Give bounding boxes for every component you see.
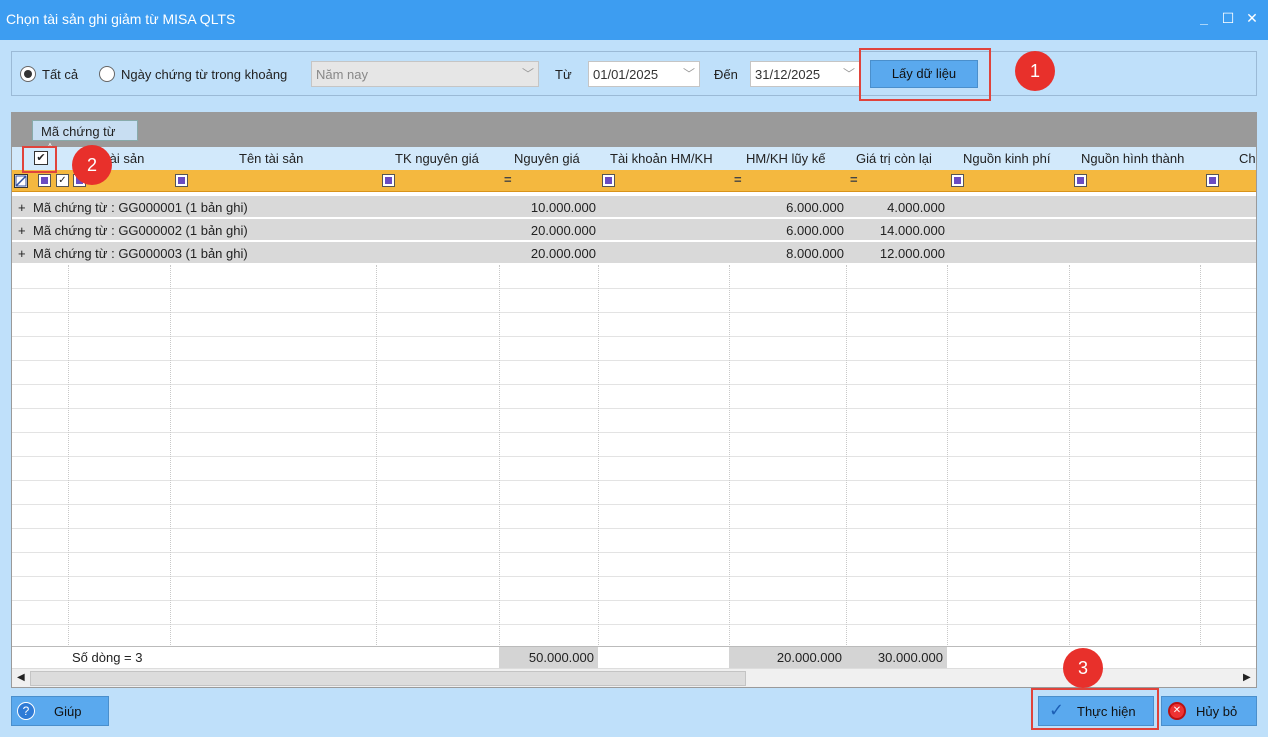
filter-icon[interactable] — [175, 174, 188, 187]
scroll-left-icon[interactable]: ◀ — [17, 672, 25, 683]
column-divider — [68, 265, 69, 647]
column-divider — [1200, 265, 1201, 647]
highlight-box-1 — [859, 48, 991, 101]
col-original-value[interactable]: Nguyên giá — [514, 151, 580, 166]
expand-icon[interactable]: + — [18, 246, 26, 261]
filter-icon[interactable] — [1206, 174, 1219, 187]
filter-icon[interactable] — [38, 174, 51, 187]
depreciation-cell: 6.000.000 — [786, 223, 844, 238]
empty-grid-area — [12, 265, 1256, 647]
column-header-row: ✔ tài sản Tên tài sản TK nguyên giá Nguy… — [12, 147, 1256, 170]
cancel-button-label: Hủy bỏ — [1196, 704, 1238, 719]
window-title: Chọn tài sản ghi giảm từ MISA QLTS — [6, 11, 236, 27]
filter-equals-icon[interactable]: = — [504, 172, 512, 187]
from-date-field[interactable]: 01/01/2025 ﹀ — [588, 61, 700, 87]
to-label: Đến — [714, 67, 738, 82]
group-row[interactable]: + Mã chứng từ : GG000002 (1 bản ghi) 20.… — [12, 219, 1256, 241]
original-value-cell: 10.000.000 — [530, 200, 596, 215]
radio-all-label: Tất cả — [42, 67, 79, 82]
filter-equals-icon[interactable]: = — [850, 172, 858, 187]
asset-grid: Mã chứng từ △ ✔ tài sản Tên tài sản TK n… — [11, 112, 1257, 688]
from-date-value: 01/01/2025 — [593, 67, 659, 82]
close-icon[interactable]: ✕ — [1244, 10, 1260, 26]
step-marker-3: 3 — [1063, 648, 1103, 688]
title-bar: Chọn tài sản ghi giảm từ MISA QLTS _ ☐ ✕ — [0, 0, 1268, 40]
minimize-icon[interactable]: _ — [1196, 10, 1212, 26]
help-button[interactable]: ? Giúp — [11, 696, 109, 726]
help-icon: ? — [17, 702, 35, 720]
col-partial[interactable]: Ch — [1239, 151, 1256, 166]
column-divider — [170, 265, 171, 647]
col-funding-source[interactable]: Nguồn kinh phí — [963, 151, 1050, 166]
remaining-value-cell: 12.000.000 — [879, 246, 945, 261]
cancel-icon: ✕ — [1168, 702, 1186, 720]
group-row[interactable]: + Mã chứng từ : GG000003 (1 bản ghi) 20.… — [12, 242, 1256, 264]
col-remaining-value[interactable]: Giá trị còn lại — [856, 151, 932, 166]
remaining-value-cell: 4.000.000 — [887, 200, 945, 215]
group-row-label: Mã chứng từ : GG000001 (1 bản ghi) — [33, 200, 248, 215]
period-select-value: Năm nay — [316, 67, 369, 82]
highlight-box-2 — [22, 146, 57, 173]
original-value-total: 50.000.000 — [499, 647, 598, 668]
remaining-value-total: 30.000.000 — [846, 647, 947, 668]
expand-icon[interactable]: + — [18, 223, 26, 238]
group-row[interactable]: + Mã chứng từ : GG000001 (1 bản ghi) 10.… — [12, 196, 1256, 218]
group-chip[interactable]: Mã chứng từ △ — [32, 120, 138, 154]
chevron-down-icon: ﹀ — [682, 67, 695, 81]
column-divider — [499, 265, 500, 647]
scroll-right-icon[interactable]: ▶ — [1243, 672, 1251, 683]
column-divider — [947, 265, 948, 647]
radio-date-range[interactable] — [99, 66, 115, 82]
filter-panel: Tất cả Ngày chứng từ trong khoảng Năm na… — [11, 51, 1257, 96]
radio-all[interactable] — [20, 66, 36, 82]
depreciation-cell: 6.000.000 — [786, 200, 844, 215]
from-label: Từ — [555, 67, 572, 82]
filter-icon[interactable] — [951, 174, 964, 187]
filter-icon[interactable] — [382, 174, 395, 187]
column-divider — [598, 265, 599, 647]
maximize-icon[interactable]: ☐ — [1220, 10, 1236, 26]
filter-icon[interactable] — [602, 174, 615, 187]
group-panel: Mã chứng từ △ — [12, 113, 1256, 154]
col-depreciation-account[interactable]: Tài khoản HM/KH — [610, 151, 713, 166]
depreciation-cell: 8.000.000 — [786, 246, 844, 261]
chevron-down-icon: ﹀ — [842, 67, 855, 81]
step-marker-1: 1 — [1015, 51, 1055, 91]
filter-equals-icon[interactable]: = — [734, 172, 742, 187]
remaining-value-cell: 14.000.000 — [879, 223, 945, 238]
radio-selected-dot — [24, 70, 32, 78]
col-asset-name[interactable]: Tên tài sản — [239, 151, 303, 166]
col-accumulated-depreciation[interactable]: HM/KH lũy kế — [746, 151, 825, 166]
group-chip-label: Mã chứng từ — [41, 124, 116, 139]
period-select[interactable]: Năm nay ﹀ — [311, 61, 539, 87]
group-row-label: Mã chứng từ : GG000002 (1 bản ghi) — [33, 223, 248, 238]
original-value-cell: 20.000.000 — [530, 246, 596, 261]
cancel-button[interactable]: ✕ Hủy bỏ — [1161, 696, 1257, 726]
group-row-label: Mã chứng từ : GG000003 (1 bản ghi) — [33, 246, 248, 261]
row-count-label: Số dòng = 3 — [72, 650, 143, 665]
column-divider — [1069, 265, 1070, 647]
expand-icon[interactable]: + — [18, 200, 26, 215]
clear-filter-icon[interactable] — [14, 174, 28, 188]
original-value-cell: 20.000.000 — [530, 223, 596, 238]
filter-icon[interactable] — [1074, 174, 1087, 187]
scrollbar-thumb[interactable] — [30, 671, 746, 686]
depreciation-total: 20.000.000 — [729, 647, 846, 668]
to-date-field[interactable]: 31/12/2025 ﹀ — [750, 61, 860, 87]
col-original-account[interactable]: TK nguyên giá — [395, 151, 479, 166]
column-divider — [846, 265, 847, 647]
auto-filter-row: ✓ = = = — [12, 170, 1256, 192]
highlight-box-3 — [1031, 688, 1159, 730]
help-button-label: Giúp — [54, 704, 82, 719]
col-formation-source[interactable]: Nguồn hình thành — [1081, 151, 1184, 166]
chevron-down-icon: ﹀ — [521, 67, 534, 81]
radio-date-range-label: Ngày chứng từ trong khoảng — [121, 67, 288, 82]
column-divider — [729, 265, 730, 647]
filter-checkbox[interactable]: ✓ — [56, 174, 69, 187]
column-divider — [376, 265, 377, 647]
to-date-value: 31/12/2025 — [755, 67, 821, 82]
step-marker-2: 2 — [72, 145, 112, 185]
